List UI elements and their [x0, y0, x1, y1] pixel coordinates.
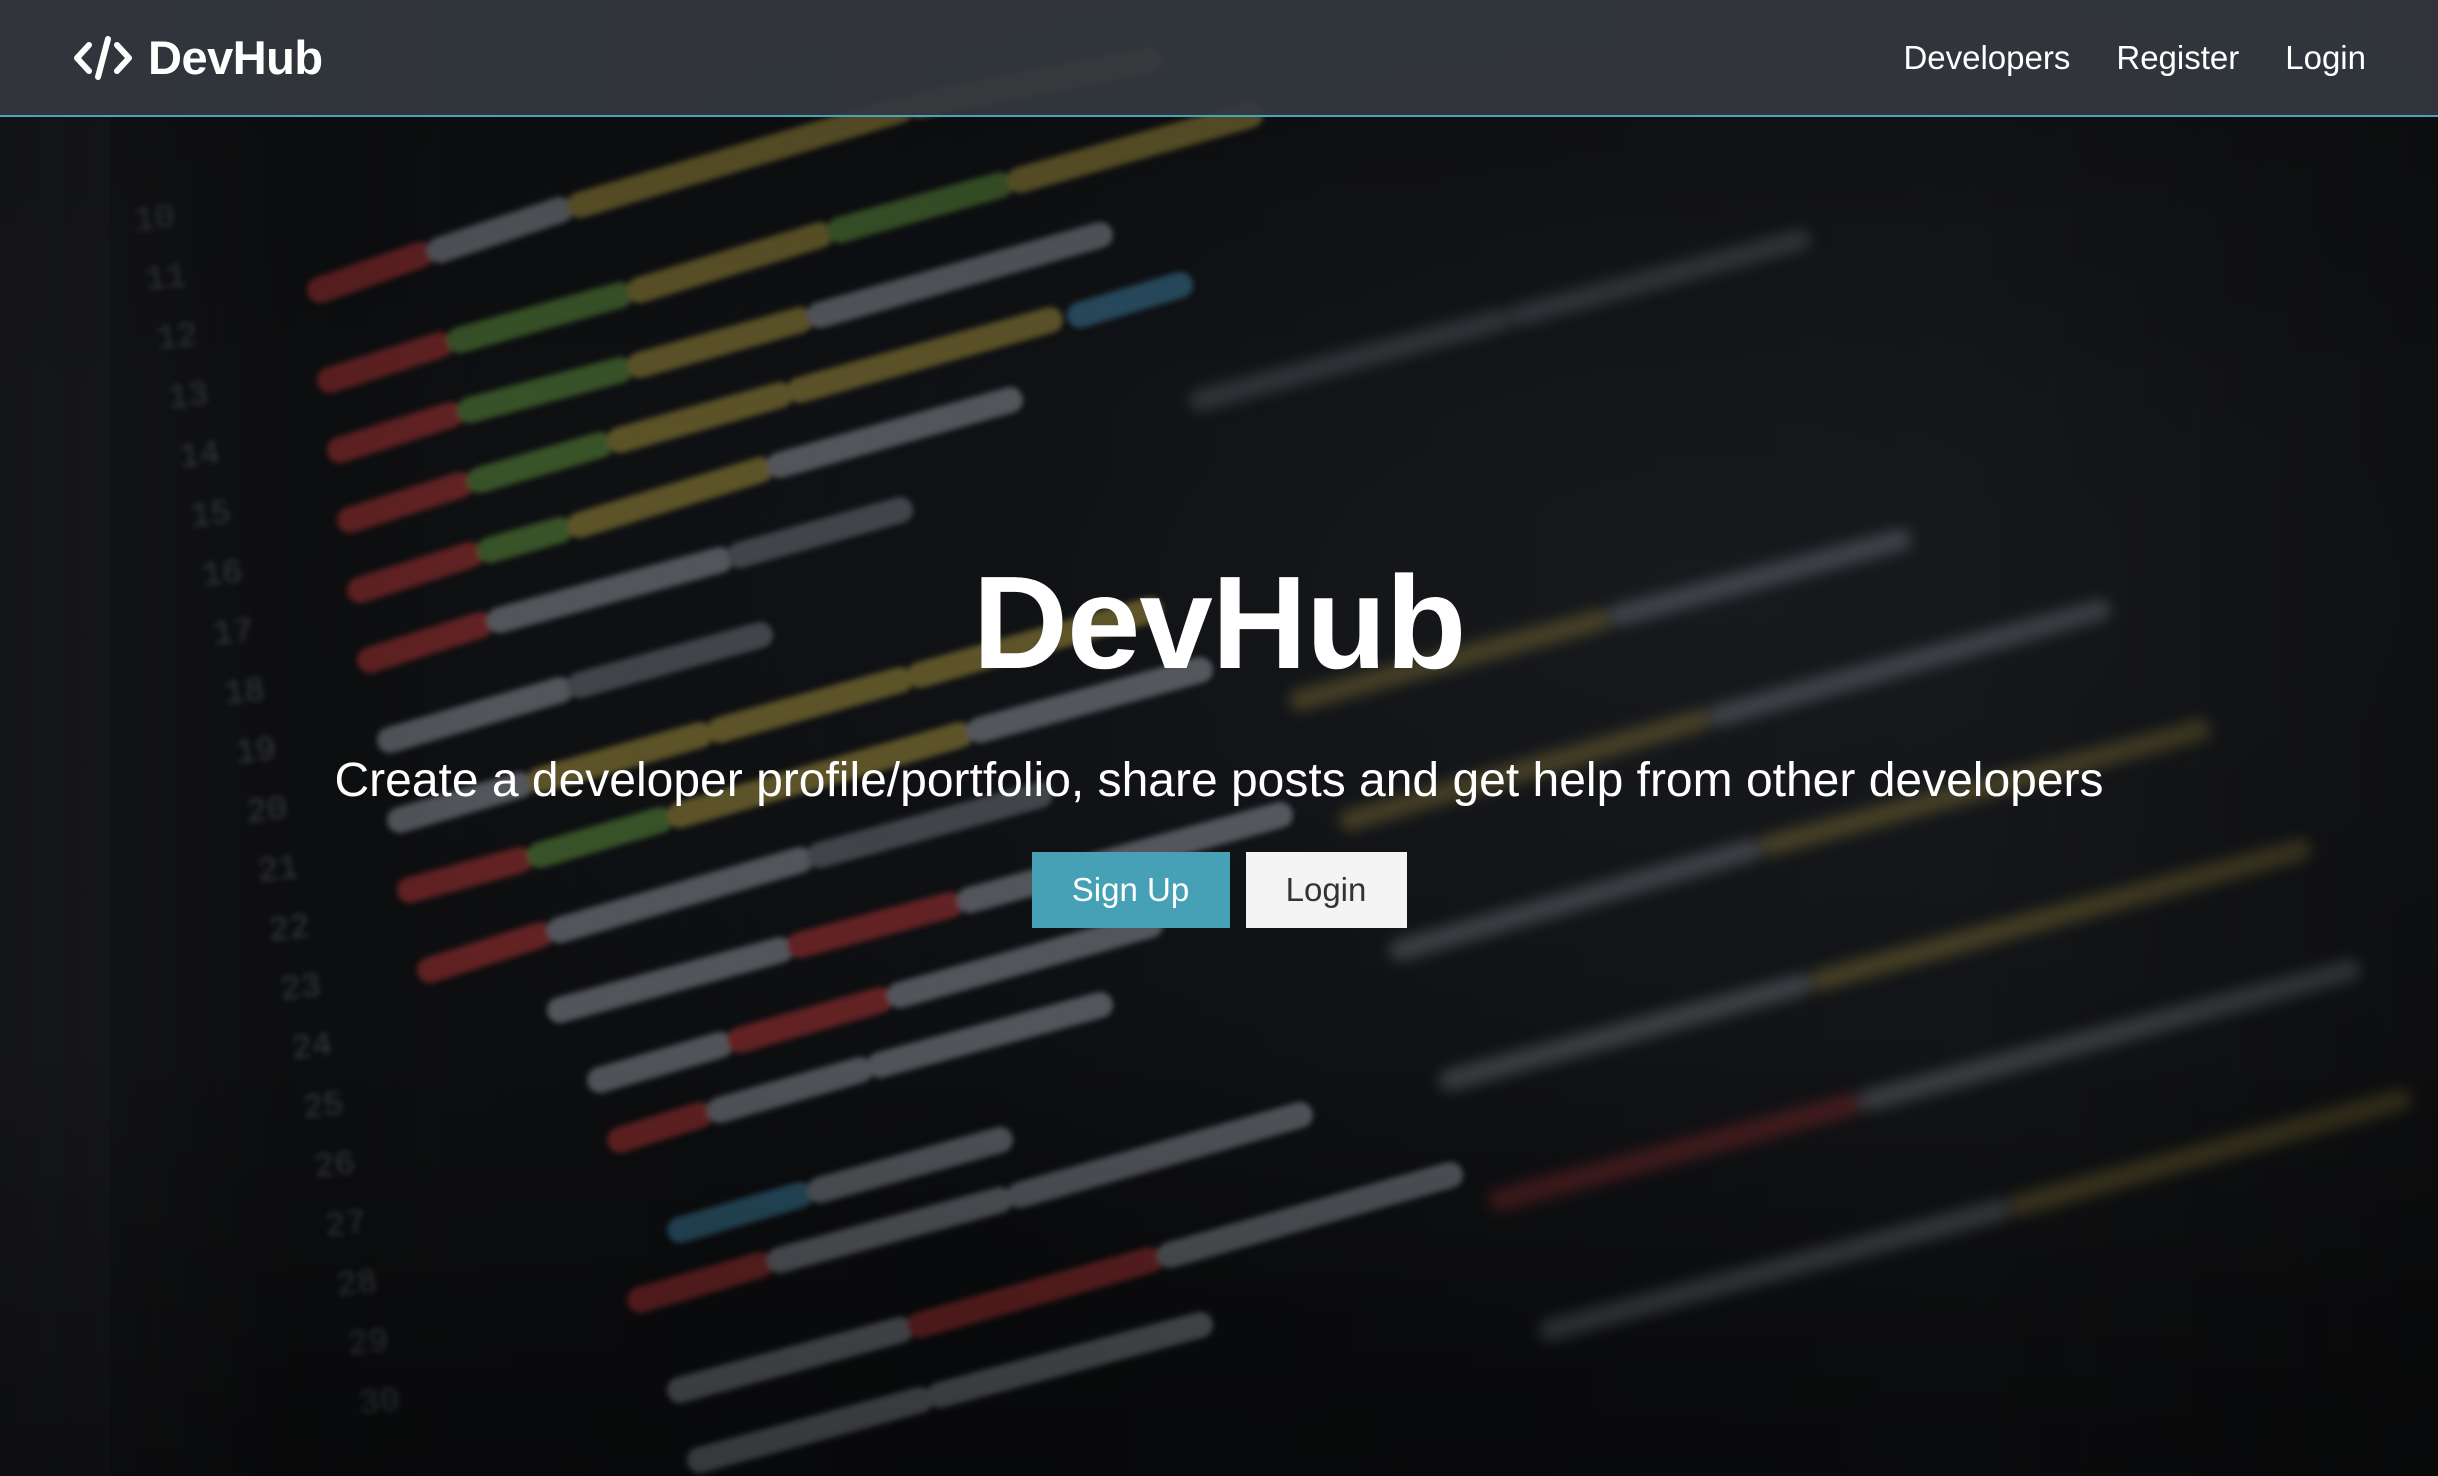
code-icon [72, 34, 134, 82]
hero-title: DevHub [972, 549, 1467, 696]
sign-up-button[interactable]: Sign Up [1031, 851, 1230, 928]
hero-section: DevHub Create a developer profile/portfo… [0, 117, 2438, 1476]
hero-buttons: Sign Up Login [1031, 851, 1407, 928]
brand-name: DevHub [148, 31, 323, 84]
hero-lead: Create a developer profile/portfolio, sh… [334, 754, 2104, 807]
nav-link-register[interactable]: Register [2116, 39, 2239, 77]
nav-links: Developers Register Login [1903, 39, 2366, 77]
landing-page: 10 11 12 13 14 15 16 17 18 19 20 21 22 2… [0, 0, 2438, 1476]
nav-link-developers[interactable]: Developers [1903, 39, 2070, 77]
nav-link-login[interactable]: Login [2285, 39, 2366, 77]
brand-link[interactable]: DevHub [72, 30, 323, 85]
navbar: DevHub Developers Register Login [0, 0, 2438, 117]
login-button[interactable]: Login [1245, 851, 1407, 928]
